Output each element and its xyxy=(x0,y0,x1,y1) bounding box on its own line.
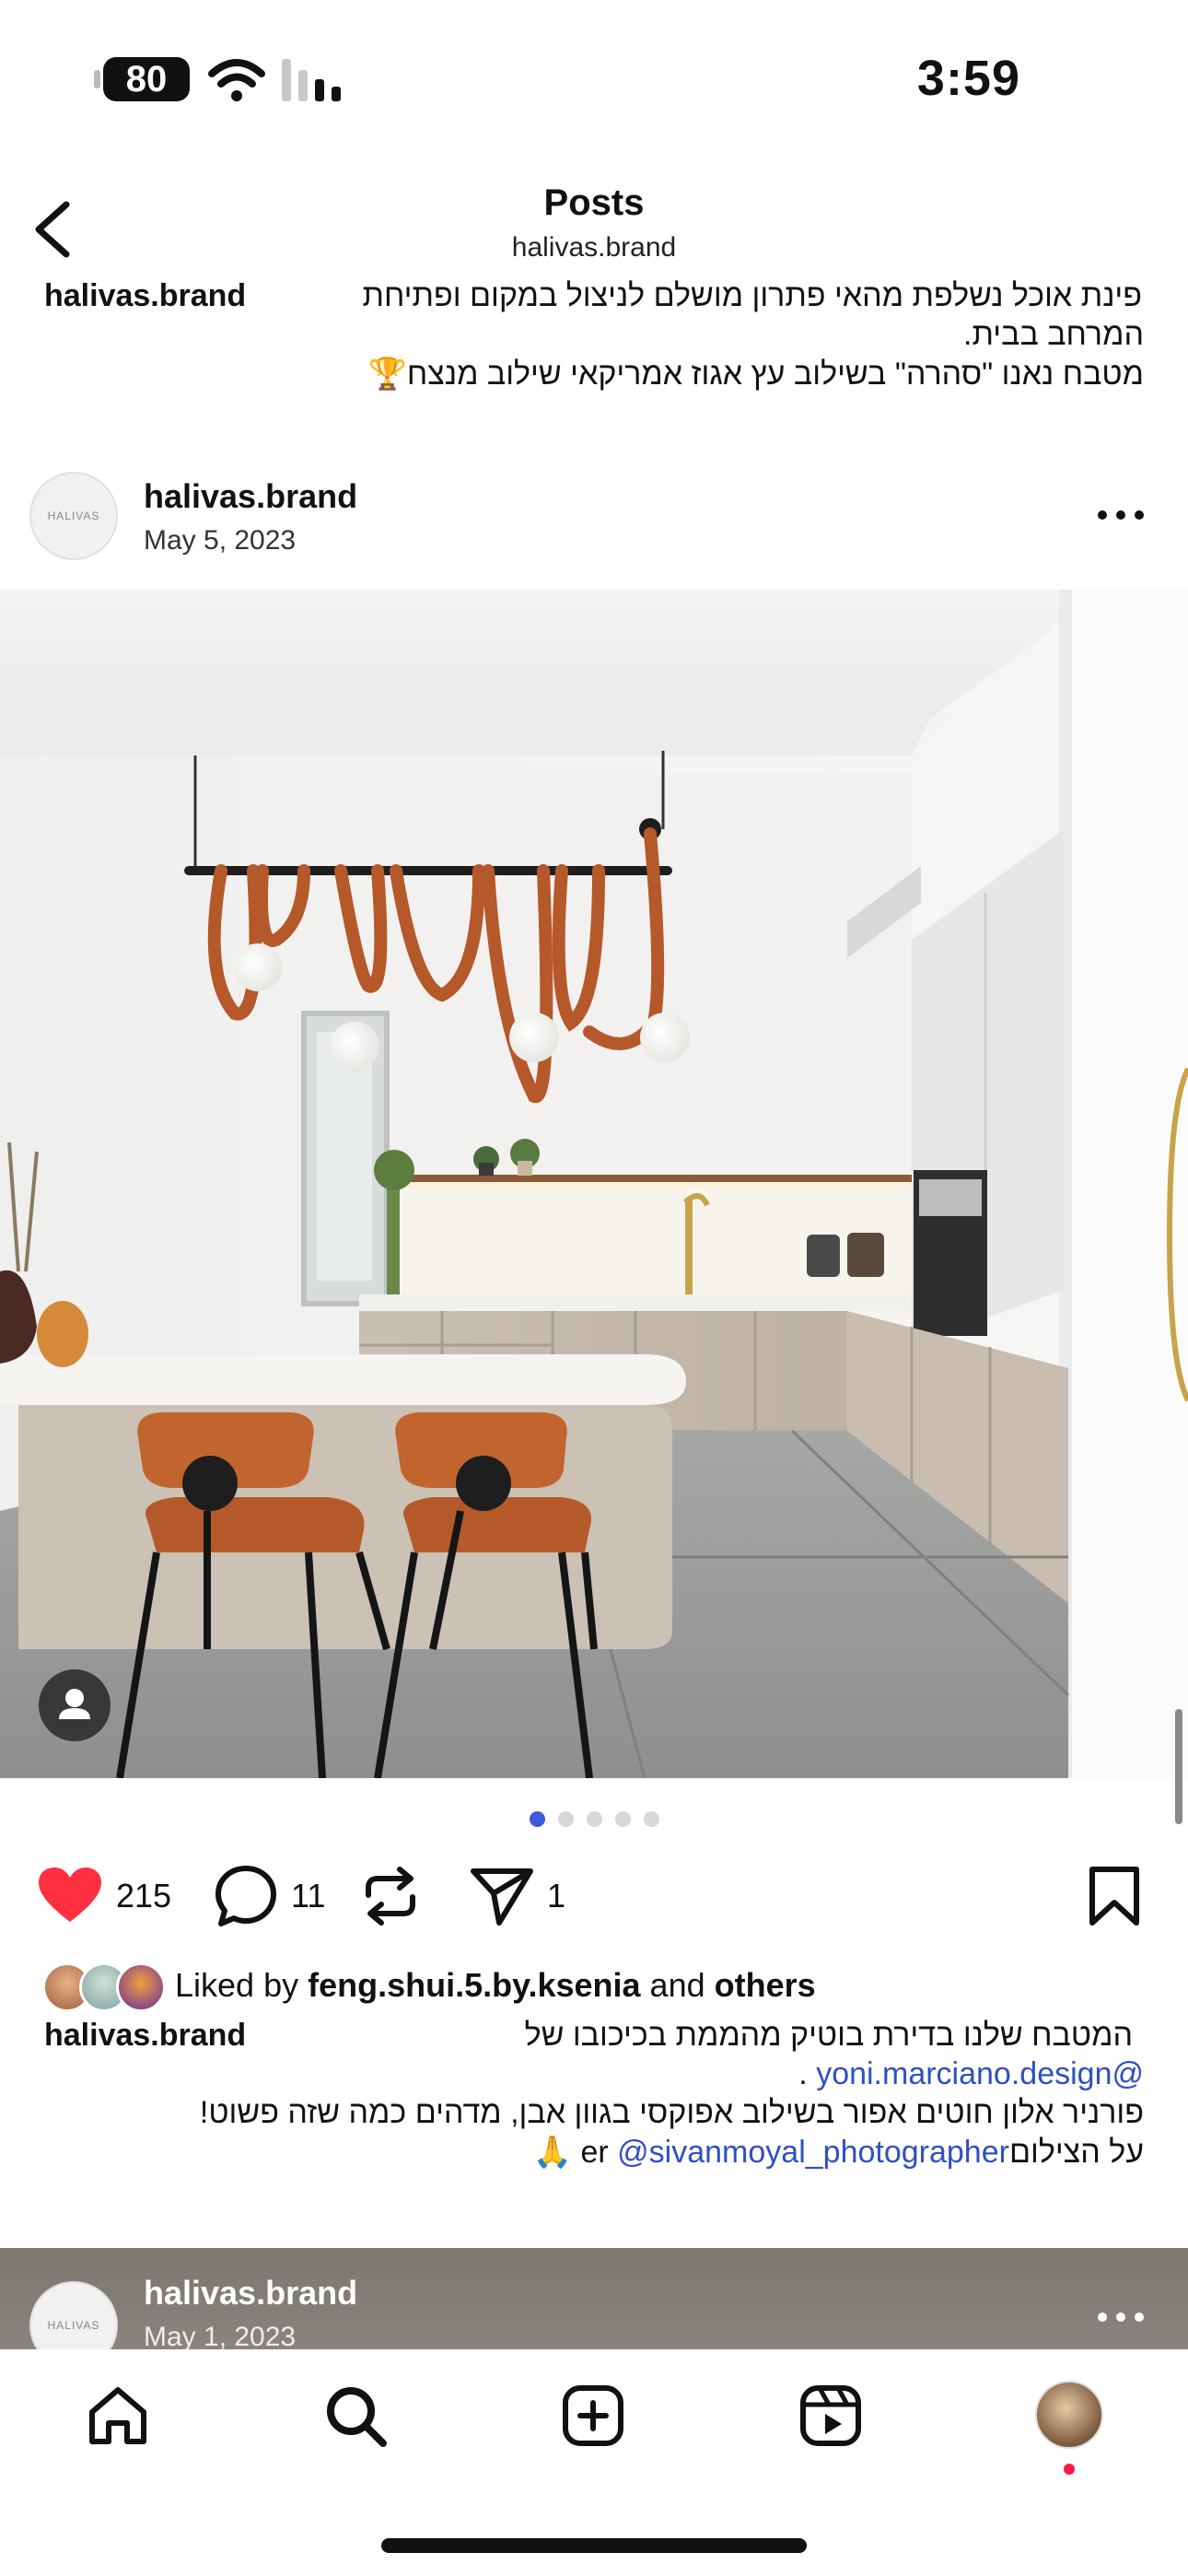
caption-line: המטבח שלנו בדירת בוטיק מהממת בכיכובו של xyxy=(524,2018,1133,2053)
comment-count: 11 xyxy=(291,1877,326,1914)
post-date: May 1, 2023 xyxy=(144,2322,297,2352)
bookmark-icon xyxy=(1089,1867,1139,1926)
share-count: 1 xyxy=(547,1877,566,1914)
save-button[interactable] xyxy=(1087,1859,1142,1933)
caption-username[interactable]: halivas.brand xyxy=(44,278,246,314)
post-image[interactable] xyxy=(0,590,1188,1778)
liked-by-row[interactable]: Liked by feng.shui.5.by.ksenia and other… xyxy=(0,1959,1188,2014)
caption-line: @yoni.marciano.design . xyxy=(798,2056,1144,2092)
liked-by-prefix: Liked by xyxy=(175,1966,309,2004)
avatar-logo-text: HALIVAS xyxy=(47,509,100,522)
post-username[interactable]: halivas.brand xyxy=(144,477,357,516)
create-tab[interactable] xyxy=(556,2379,630,2453)
send-icon xyxy=(471,1868,533,1926)
liked-by-and: and xyxy=(640,1966,715,2004)
carousel-dot xyxy=(557,1811,574,1827)
search-icon xyxy=(327,2387,387,2447)
cellular-signal-icon xyxy=(282,59,341,101)
like-button[interactable]: 215 xyxy=(37,1859,171,1933)
comment-button[interactable]: 11 xyxy=(214,1859,325,1933)
share-button[interactable]: 1 xyxy=(470,1859,565,1933)
user-tags-icon[interactable] xyxy=(39,1669,111,1741)
liked-by-username[interactable]: feng.shui.5.by.ksenia xyxy=(308,1966,640,2004)
nav-header: Posts halivas.brand xyxy=(0,157,1188,286)
wifi-icon xyxy=(208,59,265,101)
liker-avatar xyxy=(116,1962,166,2012)
liked-by-others[interactable]: others xyxy=(715,1966,816,2004)
post-date: May 5, 2023 xyxy=(144,525,297,556)
home-indicator[interactable] xyxy=(381,2538,807,2553)
caption-line: פורניר אלון חוטים אפור בשילוב אפוקסי בגו… xyxy=(199,2095,1144,2130)
avatar[interactable]: HALIVAS xyxy=(29,472,118,560)
notification-dot xyxy=(1064,2464,1075,2475)
caption-line: פינת אוכל נשלפת מהאי פתרון מושלם לניצול … xyxy=(362,278,1142,313)
create-icon xyxy=(563,2385,623,2446)
carousel-indicator xyxy=(0,1811,1188,1830)
more-options-icon[interactable] xyxy=(1098,2309,1147,2325)
carousel-dot xyxy=(586,1811,602,1827)
page-subtitle[interactable]: halivas.brand xyxy=(0,232,1188,263)
reels-icon xyxy=(800,2385,861,2446)
caption-mention[interactable]: @yoni.marciano.design xyxy=(816,2056,1144,2091)
post-caption: halivas.brand המטבח שלנו בדירת בוטיק מהמ… xyxy=(0,2014,1188,2171)
post-action-bar: 215 11 1 xyxy=(0,1859,1188,1933)
pray-emoji: 🙏 xyxy=(532,2135,573,2170)
battery-icon: 80 xyxy=(94,57,190,101)
carousel-dot xyxy=(614,1811,631,1827)
battery-level: 80 xyxy=(125,59,168,100)
page-title: Posts xyxy=(543,182,645,223)
scrollbar[interactable] xyxy=(1175,1709,1182,1824)
post-header: HALIVAS halivas.brand May 5, 2023 xyxy=(0,461,1188,580)
home-tab[interactable] xyxy=(81,2379,155,2453)
heart-filled-icon xyxy=(39,1868,101,1922)
next-post-header: HALIVAS halivas.brand May 1, 2023 xyxy=(0,2248,1188,2370)
caption-text: על הצילום xyxy=(1008,2135,1144,2170)
avatar-logo-text: HALIVAS xyxy=(47,2319,100,2332)
home-icon xyxy=(89,2387,146,2444)
caption-line: מטבח נאנו "סהרה" בשילוב עץ אגוז אמריקאי … xyxy=(367,357,1144,392)
caption-text: . xyxy=(798,2056,817,2091)
profile-avatar[interactable] xyxy=(1035,2381,1103,2449)
caption-mention[interactable]: @sivanmoyal_photographer xyxy=(617,2135,1009,2170)
liked-by-text: Liked by feng.shui.5.by.ksenia and other… xyxy=(175,1966,816,2005)
caption-username[interactable]: halivas.brand xyxy=(44,2018,246,2054)
like-count: 215 xyxy=(116,1877,172,1914)
carousel-dot xyxy=(643,1811,659,1827)
status-bar: 80 3:59 xyxy=(0,0,1188,157)
more-options-icon[interactable] xyxy=(1098,507,1147,523)
repost-icon xyxy=(366,1867,415,1926)
kitchen-photo xyxy=(0,590,1188,1778)
previous-post-caption: halivas.brand פינת אוכל נשלפת מהאי פתרון… xyxy=(0,275,1188,422)
post-username[interactable]: halivas.brand xyxy=(144,2274,357,2313)
repost-button[interactable] xyxy=(361,1859,420,1933)
comment-icon xyxy=(215,1866,276,1926)
caption-line: על הצילום er @sivanmoyal_photographer 🙏 xyxy=(533,2134,1144,2171)
caption-line: המרחב בבית. xyxy=(963,317,1144,352)
carousel-dot xyxy=(529,1811,545,1827)
caption-text: er xyxy=(580,2135,609,2170)
status-time: 3:59 xyxy=(916,51,1020,106)
reels-tab[interactable] xyxy=(794,2379,868,2453)
search-tab[interactable] xyxy=(319,2379,392,2453)
